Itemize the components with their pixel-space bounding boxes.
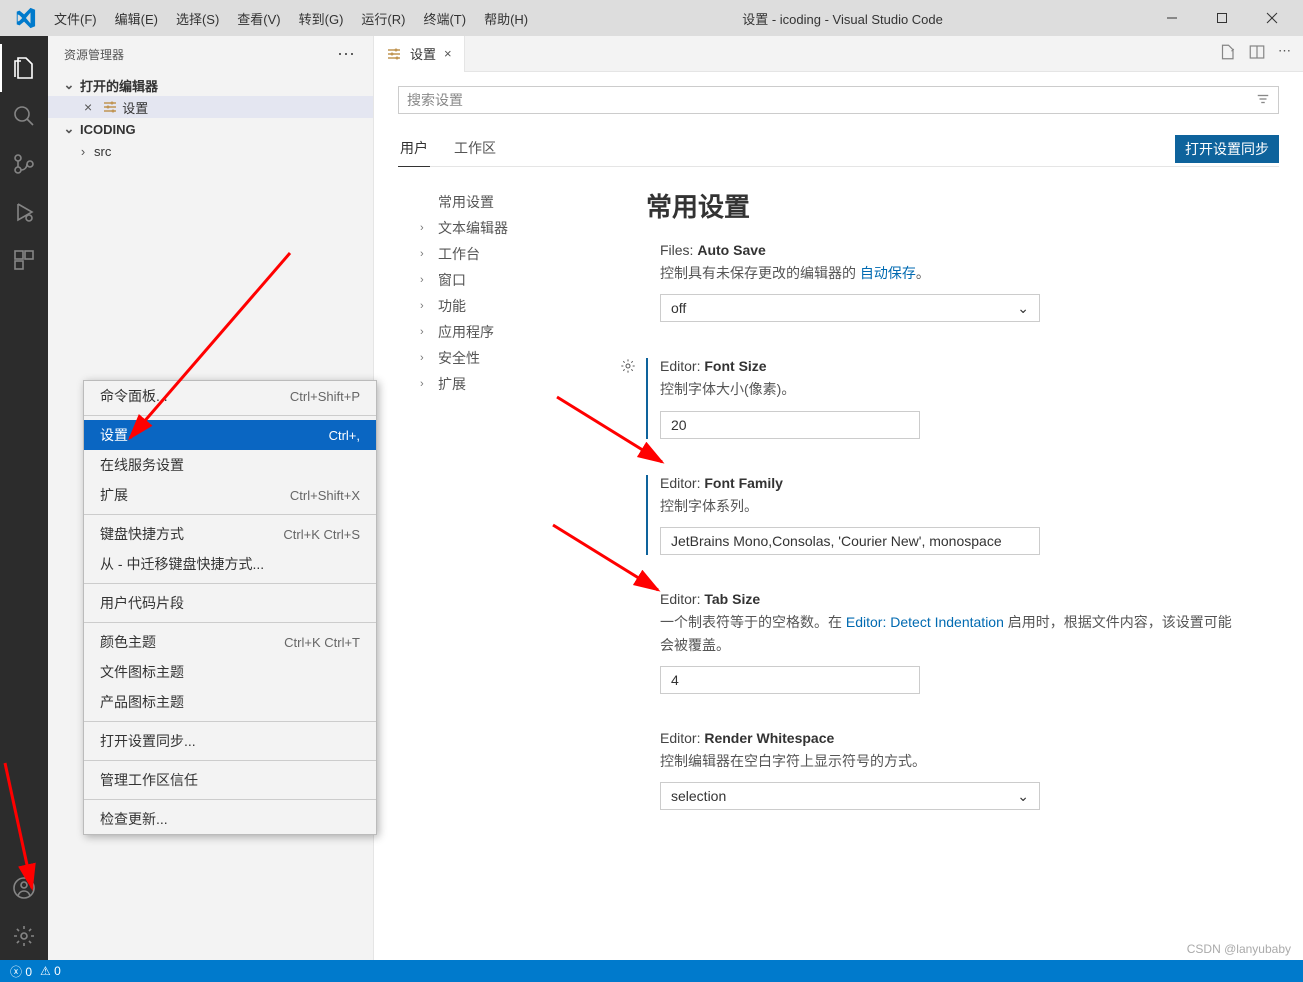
folder-src[interactable]: ›src [48,140,373,162]
autosave-select[interactable]: off⌄ [660,294,1040,322]
split-editor-icon[interactable] [1248,43,1266,64]
chevron-down-icon: ⌄ [1017,300,1029,317]
window-title: 设置 - icoding - Visual Studio Code [536,9,1149,28]
toc-extensions[interactable]: ›扩展 [420,371,608,397]
chevron-down-icon: ⌄ [1017,788,1029,805]
open-settings-json-icon[interactable] [1218,43,1236,64]
menu-file-icon-theme[interactable]: 文件图标主题 [84,657,376,687]
sidebar-more-icon[interactable]: ⋯ [337,44,357,65]
window-close-button[interactable] [1249,3,1295,33]
settings-heading: 常用设置 [646,187,1239,224]
manage-context-menu: 命令面板...Ctrl+Shift+P 设置Ctrl+, 在线服务设置 扩展Ct… [83,380,377,835]
status-errors[interactable]: ⓧ 0 [10,963,32,980]
menu-check-updates[interactable]: 检查更新... [84,804,376,834]
settings-file-icon [386,46,402,62]
close-icon[interactable]: × [84,99,92,115]
menu-user-snippets[interactable]: 用户代码片段 [84,588,376,618]
statusbar: ⓧ 0 ⚠ 0 [0,960,1303,982]
tabsize-input[interactable]: 4 [660,666,920,694]
menu-run[interactable]: 运行(R) [353,5,413,32]
menu-edit[interactable]: 编辑(E) [107,5,166,32]
open-editor-label: 设置 [122,98,148,117]
toc-security[interactable]: ›安全性 [420,345,608,371]
tab-close-icon[interactable]: × [444,46,452,61]
toc-workbench[interactable]: ›工作台 [420,241,608,267]
menu-color-theme[interactable]: 颜色主题Ctrl+K Ctrl+T [84,627,376,657]
menu-go[interactable]: 转到(G) [291,5,352,32]
settings-toc: 常用设置 ›文本编辑器 ›工作台 ›窗口 ›功能 ›应用程序 ›安全性 ›扩展 [398,181,616,960]
menu-migrate-shortcuts[interactable]: 从 - 中迁移键盘快捷方式... [84,549,376,579]
menu-sync-settings[interactable]: 打开设置同步... [84,726,376,756]
setting-editor-fontsize: Editor: Font Size 控制字体大小(像素)。 20 [646,358,1239,438]
titlebar: 文件(F) 编辑(E) 选择(S) 查看(V) 转到(G) 运行(R) 终端(T… [0,0,1303,36]
editor-area: 设置 × ⋯ 用户 工作区 打开设置同步 常用设置 [374,36,1303,960]
toc-common[interactable]: 常用设置 [420,189,608,215]
toc-text-editor[interactable]: ›文本编辑器 [420,215,608,241]
activity-manage[interactable] [0,912,48,960]
detect-indentation-link[interactable]: Editor: Detect Indentation [846,614,1004,630]
autosave-link[interactable]: 自动保存 [860,265,916,281]
setting-editor-tabsize: Editor: Tab Size 一个制表符等于的空格数。在 Editor: D… [646,591,1239,694]
settings-list: 常用设置 Files: Auto Save 控制具有未保存更改的编辑器的 自动保… [616,181,1279,960]
toc-features[interactable]: ›功能 [420,293,608,319]
filter-icon[interactable] [1256,92,1270,109]
tab-label: 设置 [410,44,436,63]
watermark: CSDN @lanyubaby [1187,942,1291,956]
activity-debug[interactable] [0,188,48,236]
menu-keyboard-shortcuts[interactable]: 键盘快捷方式Ctrl+K Ctrl+S [84,519,376,549]
settings-search[interactable] [398,86,1279,114]
menu-workspace-trust[interactable]: 管理工作区信任 [84,765,376,795]
menu-command-palette[interactable]: 命令面板...Ctrl+Shift+P [84,381,376,411]
menu-extensions[interactable]: 扩展Ctrl+Shift+X [84,480,376,510]
toc-window[interactable]: ›窗口 [420,267,608,293]
menubar: 文件(F) 编辑(E) 选择(S) 查看(V) 转到(G) 运行(R) 终端(T… [46,5,536,32]
gear-icon[interactable] [620,358,636,377]
activity-extensions[interactable] [0,236,48,284]
activity-search[interactable] [0,92,48,140]
fontsize-input[interactable]: 20 [660,411,920,439]
editor-more-icon[interactable]: ⋯ [1278,43,1291,64]
vscode-logo-icon [14,7,36,29]
setting-editor-fontfamily: Editor: Font Family 控制字体系列。 JetBrains Mo… [646,475,1239,555]
activity-accounts[interactable] [0,864,48,912]
sidebar-title: 资源管理器 [64,46,124,63]
open-editor-item[interactable]: × 设置 [48,96,373,118]
fontfamily-input[interactable]: JetBrains Mono,Consolas, 'Courier New', … [660,527,1040,555]
setting-editor-whitespace: Editor: Render Whitespace 控制编辑器在空白字符上显示符… [646,730,1239,810]
settings-search-input[interactable] [407,92,1256,108]
setting-files-autosave: Files: Auto Save 控制具有未保存更改的编辑器的 自动保存。 of… [646,242,1239,322]
menu-online-services[interactable]: 在线服务设置 [84,450,376,480]
scope-workspace-tab[interactable]: 工作区 [452,132,498,166]
activity-bar [0,36,48,960]
toc-application[interactable]: ›应用程序 [420,319,608,345]
whitespace-select[interactable]: selection⌄ [660,782,1040,810]
menu-help[interactable]: 帮助(H) [476,5,536,32]
menu-terminal[interactable]: 终端(T) [415,5,474,32]
status-warnings[interactable]: ⚠ 0 [40,964,61,978]
open-settings-sync-button[interactable]: 打开设置同步 [1175,135,1279,163]
menu-file[interactable]: 文件(F) [46,5,105,32]
menu-settings[interactable]: 设置Ctrl+, [84,420,376,450]
workspace-section[interactable]: ⌄ICODING [48,118,373,140]
activity-explorer[interactable] [0,44,48,92]
menu-selection[interactable]: 选择(S) [168,5,227,32]
menu-product-icon-theme[interactable]: 产品图标主题 [84,687,376,717]
settings-file-icon [102,99,118,115]
activity-scm[interactable] [0,140,48,188]
scope-user-tab[interactable]: 用户 [398,132,430,167]
tab-settings[interactable]: 设置 × [374,36,465,72]
window-maximize-button[interactable] [1199,3,1245,33]
window-minimize-button[interactable] [1149,3,1195,33]
menu-view[interactable]: 查看(V) [229,5,288,32]
open-editors-section[interactable]: ⌄打开的编辑器 [48,74,373,96]
